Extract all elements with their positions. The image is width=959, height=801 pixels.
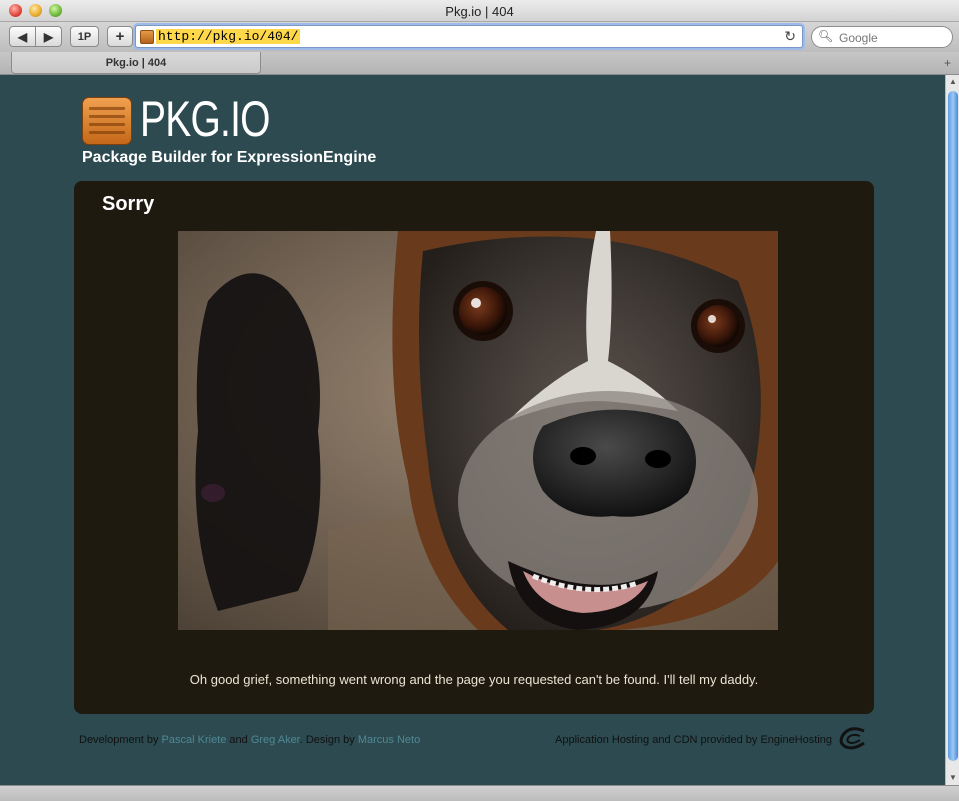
window-title: Pkg.io | 404: [445, 4, 514, 19]
snapback-button[interactable]: 1P: [70, 26, 99, 47]
browser-toolbar: ◀ ▶ 1P + http://pkg.io/404/ ↻ 🔍︎ Google: [0, 22, 959, 52]
status-bar: [0, 785, 959, 801]
scroll-down-icon[interactable]: ▼: [946, 771, 959, 785]
error-panel: Sorry Oh good grief, something went wron…: [74, 181, 874, 714]
reload-icon[interactable]: ↻: [784, 28, 796, 45]
search-placeholder: Google: [839, 31, 878, 45]
page-viewport: PKG.IO Package Builder for ExpressionEng…: [0, 75, 945, 785]
address-bar[interactable]: http://pkg.io/404/ ↻: [135, 25, 803, 48]
error-message: Oh good grief, something went wrong and …: [189, 672, 759, 687]
forward-button[interactable]: ▶: [35, 26, 62, 47]
footer-hosting: Application Hosting and CDN provided by …: [555, 734, 832, 746]
footer-credits: Development by Pascal Kriete and Greg Ak…: [79, 734, 420, 746]
scroll-up-icon[interactable]: ▲: [946, 75, 959, 89]
tab-current[interactable]: Pkg.io | 404: [11, 52, 261, 74]
new-tab-icon[interactable]: +: [944, 56, 951, 70]
back-button[interactable]: ◀: [9, 26, 36, 47]
search-input[interactable]: 🔍︎ Google: [811, 26, 953, 48]
site-tagline: Package Builder for ExpressionEngine: [82, 149, 377, 166]
site-favicon-icon: [140, 30, 154, 44]
site-logo-text[interactable]: PKG.IO: [140, 90, 270, 148]
footer-dev-prefix: Development by: [79, 734, 162, 746]
dog-photo: [178, 231, 778, 630]
footer-link-marcus[interactable]: Marcus Neto: [358, 734, 420, 746]
footer-link-pascal[interactable]: Pascal Kriete: [162, 734, 227, 746]
footer-design-prefix: . Design by: [299, 734, 358, 746]
footer-link-greg[interactable]: Greg Aker: [251, 734, 300, 746]
pkg-logo-icon[interactable]: [82, 97, 132, 145]
footer-and: and: [226, 734, 251, 746]
enginehosting-logo-icon[interactable]: [838, 727, 868, 751]
tab-bar: Pkg.io | 404 +: [0, 52, 959, 75]
search-icon: 🔍︎: [818, 29, 834, 43]
window-titlebar: Pkg.io | 404: [0, 0, 959, 22]
add-bookmark-button[interactable]: +: [107, 26, 133, 47]
scroll-thumb[interactable]: [948, 91, 958, 761]
page-title: Sorry: [102, 193, 155, 215]
url-text[interactable]: http://pkg.io/404/: [156, 29, 301, 44]
vertical-scrollbar[interactable]: ▲ ▼: [945, 75, 959, 785]
